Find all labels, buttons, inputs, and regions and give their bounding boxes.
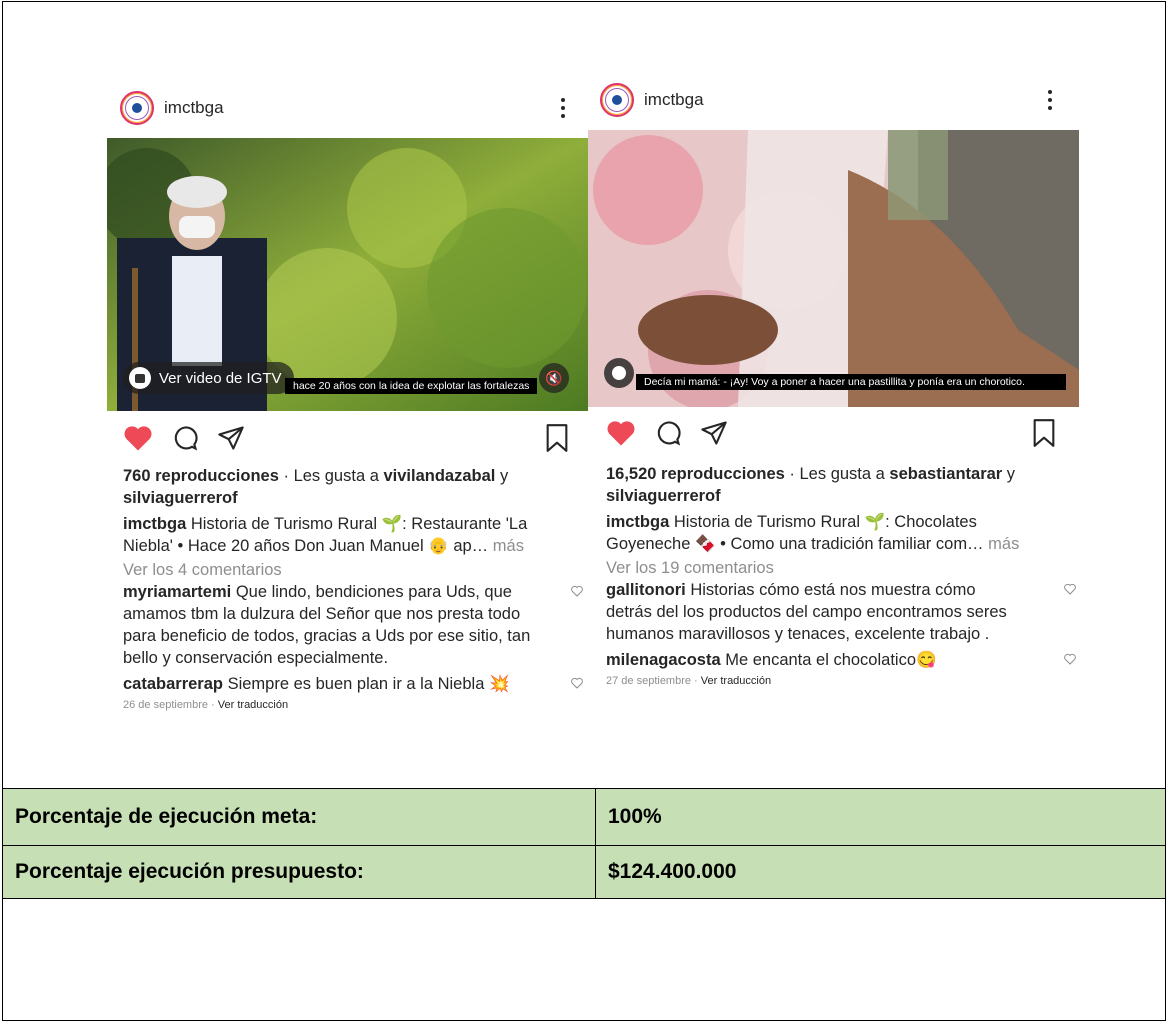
view-count: 760 reproducciones: [123, 467, 279, 485]
likes-text: · Les gusta a: [784, 465, 890, 483]
caption: imctbga Historia de Turismo Rural 🌱: Res…: [123, 513, 563, 535]
heart-icon[interactable]: [123, 424, 153, 452]
avatar[interactable]: [120, 91, 154, 125]
post-date: 27 de septiembre: [606, 675, 691, 687]
comment: milenagacosta Me encanta el chocolatico😋: [606, 649, 1076, 671]
more-options-icon[interactable]: [560, 98, 566, 118]
like-comment-icon[interactable]: [1064, 653, 1076, 665]
mute-icon[interactable]: 🔇: [539, 363, 569, 393]
translate-link[interactable]: Ver traducción: [218, 699, 288, 711]
post-date: 26 de septiembre: [123, 699, 208, 711]
instagram-post-1: imctbga Ver video de IGTV hace 20 años c…: [107, 82, 588, 742]
post-header: imctbga: [120, 88, 224, 128]
table-row: Porcentaje ejecución presupuesto: $124.4…: [2, 845, 1166, 899]
video-frame-hands: [588, 130, 1079, 407]
caption-text-2: Goyeneche 🍫 • Como una tradición familia…: [606, 535, 984, 553]
action-bar: [606, 418, 728, 448]
instagram-post-2: imctbga Decía mi mamá: - ¡Ay! Voy a pone…: [588, 76, 1079, 746]
share-icon[interactable]: [217, 424, 245, 452]
post-meta: 26 de septiembre · Ver traducción: [123, 699, 289, 711]
table-label: Porcentaje ejecución presupuesto:: [2, 845, 596, 899]
username[interactable]: imctbga: [164, 98, 224, 118]
heart-icon[interactable]: [606, 419, 636, 447]
more-link[interactable]: más: [984, 535, 1019, 553]
action-bar: [123, 423, 245, 453]
caption-text-2: Niebla' • Hace 20 años Don Juan Manuel 👴…: [123, 537, 489, 555]
like-comment-icon[interactable]: [1064, 583, 1076, 595]
bookmark-icon[interactable]: [1032, 419, 1056, 447]
table-label: Porcentaje de ejecución meta:: [2, 788, 596, 846]
comment-text: Me encanta el chocolatico😋: [720, 651, 937, 669]
more-options-icon[interactable]: [1047, 90, 1053, 110]
liker-link[interactable]: sebastiantarar: [889, 465, 1002, 483]
caption-username[interactable]: imctbga: [123, 515, 186, 533]
caption-text: Historia de Turismo Rural 🌱: Restaurante…: [186, 515, 528, 533]
post-text: 16,520 reproducciones · Les gusta a seba…: [606, 463, 1076, 689]
caption: imctbga Historia de Turismo Rural 🌱: Cho…: [606, 511, 1056, 533]
comment: gallitonori Historias cómo está nos mues…: [606, 579, 1076, 645]
likes-line: 760 reproducciones · Les gusta a vivilan…: [123, 465, 563, 487]
likes-text: · Les gusta a: [278, 467, 384, 485]
post-video[interactable]: Ver video de IGTV hace 20 años con la id…: [107, 138, 588, 411]
comment-username[interactable]: gallitonori: [606, 581, 686, 599]
comment-text: Siempre es buen plan ir a la Niebla 💥: [222, 675, 510, 693]
post-video[interactable]: Decía mi mamá: - ¡Ay! Voy a poner a hace…: [588, 130, 1079, 407]
translate-link[interactable]: Ver traducción: [701, 675, 771, 687]
execution-table: Porcentaje de ejecución meta: 100% Porce…: [2, 788, 1166, 899]
comment-username[interactable]: milenagacosta: [606, 651, 721, 669]
share-icon[interactable]: [700, 419, 728, 447]
post-header: imctbga: [600, 80, 704, 120]
likes-join: y: [495, 467, 509, 485]
post-text: 760 reproducciones · Les gusta a vivilan…: [123, 465, 583, 713]
igtv-icon: [129, 367, 151, 389]
view-count: 16,520 reproducciones: [606, 465, 785, 483]
igtv-button[interactable]: Ver video de IGTV: [123, 362, 294, 394]
view-comments-link[interactable]: Ver los 4 comentarios: [123, 559, 563, 581]
likes-line: 16,520 reproducciones · Les gusta a seba…: [606, 463, 1056, 485]
liker-link[interactable]: silviaguerrerof: [123, 489, 238, 507]
video-subtitle: hace 20 años con la idea de explotar las…: [285, 378, 538, 394]
like-comment-icon[interactable]: [571, 677, 583, 689]
caption-text: Historia de Turismo Rural 🌱: Chocolates: [669, 513, 977, 531]
igtv-icon[interactable]: [604, 358, 634, 388]
liker-link[interactable]: silviaguerrerof: [606, 487, 721, 505]
video-subtitle: Decía mi mamá: - ¡Ay! Voy a poner a hace…: [636, 374, 1066, 390]
igtv-label: Ver video de IGTV: [159, 369, 282, 387]
comment: myriamartemi Que lindo, bendiciones para…: [123, 581, 583, 669]
username[interactable]: imctbga: [644, 90, 704, 110]
comment-icon[interactable]: [171, 424, 199, 452]
comment-username[interactable]: catabarrerap: [123, 675, 223, 693]
avatar[interactable]: [600, 83, 634, 117]
table-value: 100%: [595, 788, 1166, 846]
table-row: Porcentaje de ejecución meta: 100%: [2, 788, 1166, 846]
comment-username[interactable]: myriamartemi: [123, 583, 231, 601]
comment: catabarrerap Siempre es buen plan ir a l…: [123, 673, 583, 695]
table-value: $124.400.000: [595, 845, 1166, 899]
comment-icon[interactable]: [654, 419, 682, 447]
post-meta: 27 de septiembre · Ver traducción: [606, 675, 772, 687]
caption-username[interactable]: imctbga: [606, 513, 669, 531]
bookmark-icon[interactable]: [545, 424, 569, 452]
likes-join: y: [1002, 465, 1016, 483]
like-comment-icon[interactable]: [571, 585, 583, 597]
liker-link[interactable]: vivilandazabal: [383, 467, 495, 485]
more-link[interactable]: más: [488, 537, 524, 555]
view-comments-link[interactable]: Ver los 19 comentarios: [606, 557, 1056, 579]
